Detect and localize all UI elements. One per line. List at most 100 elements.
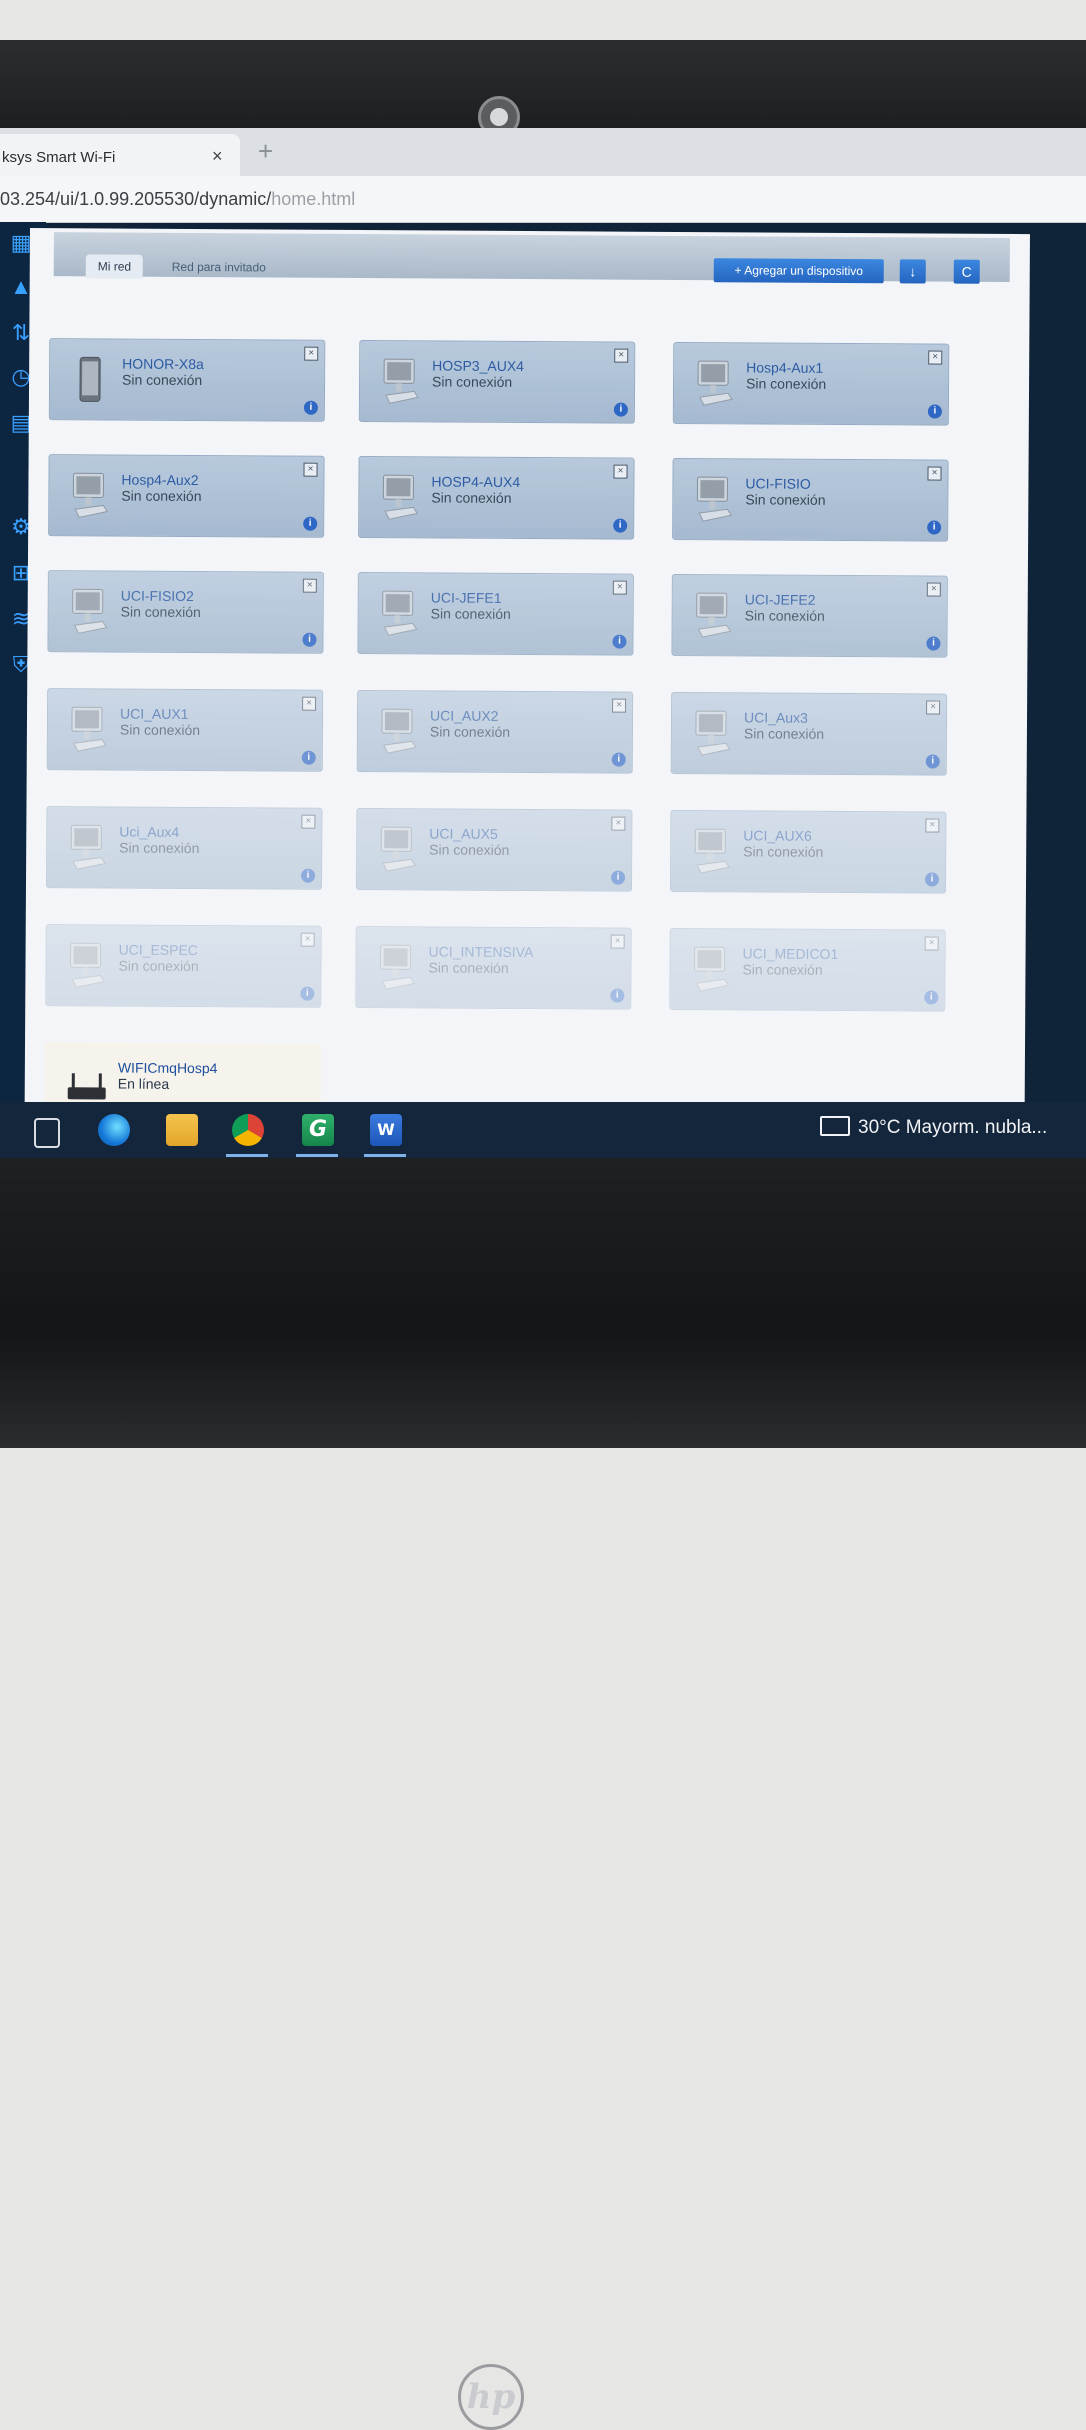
chrome-active-indicator: [226, 1154, 268, 1157]
word-icon[interactable]: W: [370, 1114, 402, 1146]
remove-device-icon[interactable]: ×: [611, 816, 626, 831]
remove-device-icon[interactable]: ×: [303, 462, 318, 477]
remove-device-icon[interactable]: ×: [612, 580, 627, 595]
device-info-icon[interactable]: i: [924, 990, 939, 1005]
desktop-computer-icon: [379, 473, 421, 523]
device-name[interactable]: UCI-FISIO2: [121, 588, 194, 604]
device-info-icon[interactable]: i: [610, 988, 625, 1003]
device-name[interactable]: UCI_ESPEC: [119, 942, 198, 958]
desktop-computer-icon: [378, 707, 420, 757]
weather-text: 30°C Mayorm. nubla...: [858, 1117, 1048, 1138]
remove-device-icon[interactable]: ×: [925, 818, 940, 833]
device-card[interactable]: Hosp4-Aux1 Sin conexión × i: [672, 341, 950, 426]
device-info-icon[interactable]: i: [611, 752, 626, 767]
remove-device-icon[interactable]: ×: [301, 814, 316, 829]
device-name[interactable]: Uci_Aux4: [119, 824, 179, 840]
device-card[interactable]: UCI_AUX6 Sin conexión × i: [669, 809, 947, 894]
tab-my-network[interactable]: Mi red: [85, 254, 144, 279]
device-card[interactable]: HOSP4-AUX4 Sin conexión × i: [358, 456, 635, 540]
chrome-browser-icon[interactable]: [232, 1114, 264, 1146]
remove-device-icon[interactable]: ×: [612, 698, 627, 713]
remove-device-icon[interactable]: ×: [302, 578, 317, 593]
url-text[interactable]: 03.254/ui/1.0.99.205530/dynamic/home.htm…: [0, 189, 355, 210]
device-info-icon[interactable]: i: [300, 986, 315, 1001]
remove-device-icon[interactable]: ×: [926, 700, 941, 715]
weather-widget[interactable]: 30°C Mayorm. nubla...: [820, 1116, 1047, 1139]
device-card[interactable]: UCI_ESPEC Sin conexión × i: [45, 924, 322, 1008]
device-info-icon[interactable]: i: [926, 636, 941, 651]
device-name[interactable]: Hosp4-Aux2: [121, 472, 198, 488]
device-info-icon[interactable]: i: [302, 632, 317, 647]
device-name[interactable]: UCI_AUX5: [429, 825, 498, 841]
device-name[interactable]: UCI_MEDICO1: [743, 945, 839, 962]
device-name[interactable]: HONOR-X8a: [122, 356, 204, 372]
device-card[interactable]: UCI_AUX1 Sin conexión × i: [46, 688, 324, 772]
device-name[interactable]: UCI_AUX6: [743, 827, 812, 843]
device-card[interactable]: Hosp4-Aux2 Sin conexión × i: [48, 454, 325, 538]
remove-device-icon[interactable]: ×: [928, 350, 943, 365]
remove-device-icon[interactable]: ×: [926, 582, 941, 597]
device-name[interactable]: UCI-JEFE2: [745, 591, 816, 607]
device-status: Sin conexión: [743, 843, 824, 860]
device-card[interactable]: UCI_AUX5 Sin conexión × i: [355, 808, 633, 892]
device-card[interactable]: HOSP3_AUX4 Sin conexión × i: [358, 340, 636, 424]
device-name[interactable]: Hosp4-Aux1: [746, 359, 823, 375]
device-info-icon[interactable]: i: [927, 404, 942, 419]
device-status: Sin conexión: [742, 961, 823, 978]
device-name[interactable]: HOSP4-AUX4: [431, 473, 520, 490]
device-name[interactable]: WIFICmqHosp4: [118, 1060, 218, 1077]
remove-device-icon[interactable]: ×: [614, 348, 629, 363]
device-card[interactable]: HONOR-X8a Sin conexión × i: [48, 338, 326, 422]
desktop-computer-icon: [380, 357, 422, 407]
remove-device-icon[interactable]: ×: [300, 932, 315, 947]
close-tab-icon[interactable]: ×: [212, 146, 223, 167]
desktop-computer-icon: [690, 945, 732, 995]
device-card[interactable]: UCI-FISIO2 Sin conexión × i: [47, 570, 324, 654]
add-device-button[interactable]: + Agregar un dispositivo: [713, 258, 884, 284]
device-card[interactable]: UCI_INTENSIVA Sin conexión × i: [355, 926, 632, 1010]
device-name[interactable]: UCI-JEFE1: [431, 589, 502, 605]
device-card[interactable]: UCI_AUX2 Sin conexión × i: [356, 690, 634, 774]
device-name[interactable]: UCI-FISIO: [745, 475, 810, 491]
file-explorer-icon[interactable]: [166, 1114, 198, 1146]
new-tab-button[interactable]: +: [258, 136, 273, 167]
device-info-icon[interactable]: i: [611, 870, 626, 885]
device-info-icon[interactable]: i: [612, 634, 627, 649]
remove-device-icon[interactable]: ×: [304, 346, 319, 361]
device-info-icon[interactable]: i: [613, 518, 628, 533]
task-view-icon[interactable]: [34, 1118, 60, 1148]
refresh-icon[interactable]: C: [953, 259, 980, 284]
device-card[interactable]: UCI_MEDICO1 Sin conexión × i: [669, 927, 946, 1012]
remove-device-icon[interactable]: ×: [924, 936, 939, 951]
device-name[interactable]: UCI_Aux3: [744, 709, 808, 725]
device-name[interactable]: UCI_AUX1: [120, 706, 189, 722]
device-card[interactable]: UCI-FISIO Sin conexión × i: [672, 457, 949, 542]
device-info-icon[interactable]: i: [613, 402, 628, 417]
browser-tab[interactable]: ksys Smart Wi-Fi ×: [0, 134, 240, 176]
device-info-icon[interactable]: i: [925, 754, 940, 769]
device-info-icon[interactable]: i: [303, 400, 318, 415]
edge-browser-icon[interactable]: [98, 1114, 130, 1146]
tab-guest-network[interactable]: Red para invitado: [160, 255, 278, 280]
address-bar[interactable]: 03.254/ui/1.0.99.205530/dynamic/home.htm…: [0, 176, 1086, 223]
sort-icon[interactable]: ↓: [899, 259, 926, 284]
device-name[interactable]: UCI_AUX2: [430, 707, 499, 723]
device-name[interactable]: HOSP3_AUX4: [432, 357, 524, 374]
device-info-icon[interactable]: i: [301, 868, 316, 883]
device-info-icon[interactable]: i: [301, 750, 316, 765]
screen: ksys Smart Wi-Fi × + 03.254/ui/1.0.99.20…: [0, 128, 1086, 1158]
device-info-icon[interactable]: i: [924, 872, 940, 887]
remove-device-icon[interactable]: ×: [610, 934, 625, 949]
device-status: Sin conexión: [745, 491, 826, 508]
app-g-icon[interactable]: G: [302, 1114, 334, 1146]
remove-device-icon[interactable]: ×: [927, 466, 942, 481]
device-card[interactable]: UCI-JEFE1 Sin conexión × i: [357, 572, 634, 656]
device-card[interactable]: Uci_Aux4 Sin conexión × i: [45, 806, 323, 890]
device-name[interactable]: UCI_INTENSIVA: [429, 943, 534, 960]
remove-device-icon[interactable]: ×: [613, 464, 628, 479]
device-info-icon[interactable]: i: [927, 520, 942, 535]
device-info-icon[interactable]: i: [303, 516, 318, 531]
device-card[interactable]: UCI-JEFE2 Sin conexión × i: [671, 573, 948, 658]
device-card[interactable]: UCI_Aux3 Sin conexión × i: [670, 691, 948, 776]
remove-device-icon[interactable]: ×: [302, 696, 317, 711]
